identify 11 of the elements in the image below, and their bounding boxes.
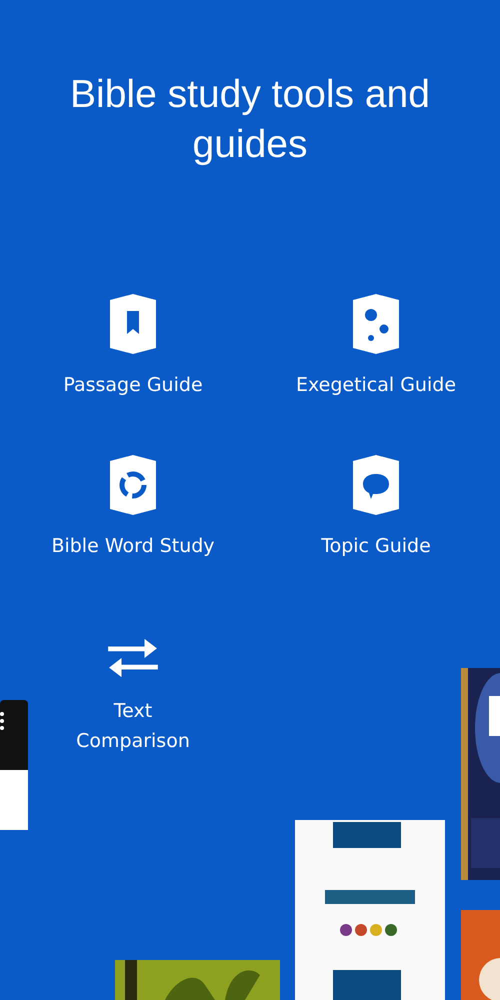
swap-arrows-icon — [106, 636, 160, 680]
feature-label[interactable]: Text Comparison — [68, 696, 198, 756]
speech-bubble-icon — [353, 455, 399, 515]
dots-icon — [353, 294, 399, 354]
ring-icon — [110, 455, 156, 515]
screen-title: Bible study tools and guides — [69, 72, 431, 168]
bookmark-icon — [110, 294, 156, 354]
feature-label[interactable]: Exegetical Guide — [296, 370, 456, 400]
feature-label[interactable]: Topic Guide — [321, 531, 431, 561]
feature-label[interactable]: Bible Word Study — [51, 531, 215, 561]
feature-label[interactable]: Passage Guide — [63, 370, 203, 400]
